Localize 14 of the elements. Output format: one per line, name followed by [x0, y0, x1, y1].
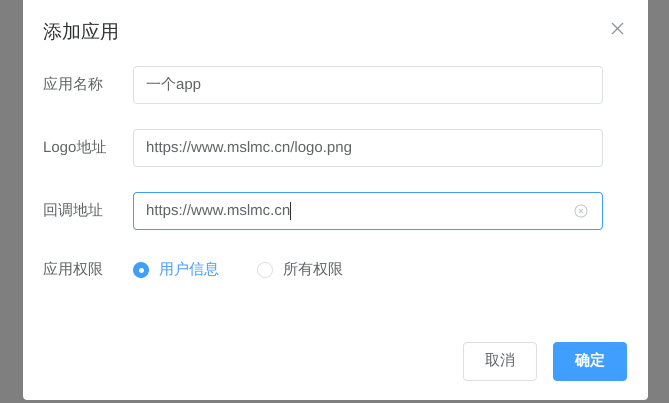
field-label: Logo地址	[43, 138, 108, 158]
cancel-button[interactable]: 取消	[463, 342, 537, 380]
close-icon[interactable]	[611, 22, 624, 35]
field-label: 应用权限	[43, 260, 104, 280]
field-label: 应用名称	[43, 74, 104, 95]
input-field[interactable]: https://www.mslmc.cn/logo.png	[133, 129, 603, 167]
field-label: 回调地址	[43, 200, 104, 221]
clear-icon[interactable]	[574, 204, 588, 218]
radio-button[interactable]	[133, 262, 149, 278]
input-field[interactable]: https://www.mslmc.cn	[133, 192, 603, 230]
dialog-title: 添加应用	[43, 21, 119, 45]
radio-button[interactable]	[257, 262, 273, 278]
input-field[interactable]: 一个app	[133, 66, 603, 104]
radio-label[interactable]: 所有权限	[283, 259, 343, 282]
